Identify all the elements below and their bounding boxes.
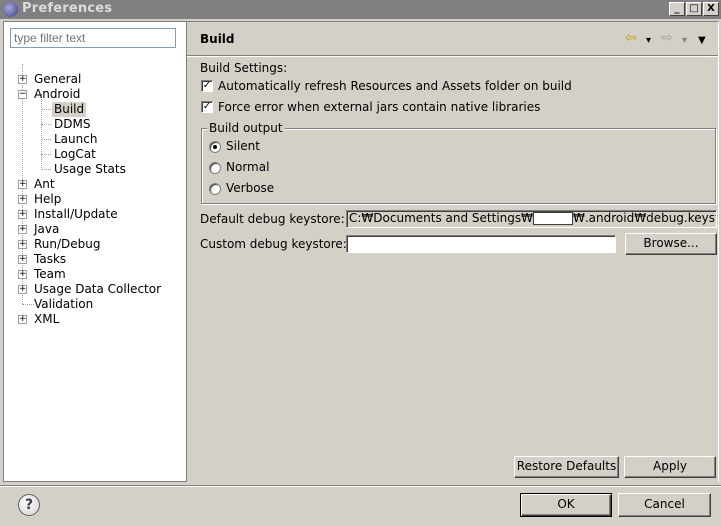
tree-item-ddms[interactable]: DDMS <box>4 117 186 132</box>
ok-button[interactable]: OK <box>520 493 612 517</box>
tree-item-label: General <box>34 72 82 86</box>
collapse-icon[interactable]: − <box>18 90 27 99</box>
preference-tree-pane: + General − Android Build DDMS Launch Lo… <box>3 21 187 482</box>
cancel-button[interactable]: Cancel <box>618 493 711 517</box>
default-keystore-field[interactable]: C:₩Documents and Settings₩ ₩.android₩debu… <box>346 210 717 228</box>
normal-radio[interactable] <box>209 162 221 174</box>
tree-item-tasks[interactable]: + Tasks <box>4 252 186 267</box>
help-icon[interactable]: ? <box>18 494 40 516</box>
tree-item-label: Tasks <box>34 252 67 266</box>
custom-keystore-field[interactable] <box>346 235 616 253</box>
maximize-button[interactable]: □ <box>686 2 702 16</box>
filter-input[interactable] <box>10 28 176 48</box>
tree-item-label: Ant <box>34 177 55 191</box>
expand-icon[interactable]: + <box>18 270 27 279</box>
window-title: Preferences <box>22 1 113 16</box>
keystore-path-prefix: C:₩Documents and Settings₩ <box>349 211 533 225</box>
tree-item-ant[interactable]: + Ant <box>4 177 186 192</box>
eclipse-app-icon <box>3 2 18 17</box>
verbose-label[interactable]: Verbose <box>226 181 274 195</box>
preferences-dialog: + General − Android Build DDMS Launch Lo… <box>0 19 721 526</box>
minimize-button[interactable]: _ <box>669 2 685 16</box>
auto-refresh-checkbox[interactable]: ✓ <box>201 80 213 92</box>
apply-button[interactable]: Apply <box>624 456 716 478</box>
build-output-group <box>201 128 716 204</box>
tree-item-label: Usage Stats <box>54 162 126 176</box>
page-title: Build <box>200 32 235 46</box>
tree-item-android[interactable]: − Android <box>4 87 186 102</box>
footer-separator <box>0 485 721 487</box>
tree-item-label: Install/Update <box>34 207 118 221</box>
silent-radio[interactable] <box>209 141 221 153</box>
forward-arrow-icon[interactable]: ⇨ <box>661 31 673 45</box>
preference-page: Build ⇦ ▾ ⇨ ▾ ▼ Build Settings: ✓ Automa… <box>187 21 719 482</box>
tree-item-validation[interactable]: Validation <box>4 297 186 312</box>
force-error-checkbox[interactable]: ✓ <box>201 101 213 113</box>
default-keystore-label: Default debug keystore: <box>200 212 345 226</box>
custom-keystore-label: Custom debug keystore: <box>200 237 347 251</box>
back-history-dropdown-icon[interactable]: ▾ <box>646 34 651 48</box>
tree-item-label: DDMS <box>54 117 91 131</box>
expand-icon[interactable]: + <box>18 315 27 324</box>
redacted-username <box>533 212 573 225</box>
build-settings-label: Build Settings: <box>200 61 288 75</box>
tree-item-usage-data-collector[interactable]: + Usage Data Collector <box>4 282 186 297</box>
tree-item-label: Team <box>34 267 66 281</box>
tree-item-run-debug[interactable]: + Run/Debug <box>4 237 186 252</box>
expand-icon[interactable]: + <box>18 225 27 234</box>
expand-icon[interactable]: + <box>18 285 27 294</box>
tree-item-logcat[interactable]: LogCat <box>4 147 186 162</box>
browse-button[interactable]: Browse... <box>625 233 717 255</box>
expand-icon[interactable]: + <box>18 180 27 189</box>
tree-item-general[interactable]: + General <box>4 72 186 87</box>
forward-history-dropdown-icon[interactable]: ▾ <box>682 34 687 48</box>
page-header: Build ⇦ ▾ ⇨ ▾ ▼ <box>187 22 718 56</box>
tree-item-label: LogCat <box>54 147 96 161</box>
expand-icon[interactable]: + <box>18 255 27 264</box>
tree-item-build[interactable]: Build <box>4 102 186 117</box>
normal-label[interactable]: Normal <box>226 160 269 174</box>
tree-item-label: Launch <box>54 132 98 146</box>
tree-item-usage-stats[interactable]: Usage Stats <box>4 162 186 177</box>
tree-item-label: Usage Data Collector <box>34 282 162 296</box>
view-menu-icon[interactable]: ▼ <box>698 34 706 48</box>
restore-defaults-button[interactable]: Restore Defaults <box>514 456 619 478</box>
tree-item-help[interactable]: + Help <box>4 192 186 207</box>
force-error-label[interactable]: Force error when external jars contain n… <box>218 100 540 114</box>
tree-item-label: XML <box>34 312 60 326</box>
expand-icon[interactable]: + <box>18 240 27 249</box>
tree-item-launch[interactable]: Launch <box>4 132 186 147</box>
tree-item-label: Java <box>34 222 60 236</box>
header-separator <box>187 55 718 57</box>
tree-item-java[interactable]: + Java <box>4 222 186 237</box>
tree-item-label: Help <box>34 192 62 206</box>
tree-item-xml[interactable]: + XML <box>4 312 186 327</box>
expand-icon[interactable]: + <box>18 75 27 84</box>
tree-item-label: Build <box>52 102 87 117</box>
close-button[interactable]: X <box>703 2 719 16</box>
tree-item-label: Run/Debug <box>34 237 101 251</box>
auto-refresh-label[interactable]: Automatically refresh Resources and Asse… <box>218 79 572 93</box>
tree-item-label: Android <box>34 87 81 101</box>
tree-item-install-update[interactable]: + Install/Update <box>4 207 186 222</box>
build-output-title: Build output <box>207 121 285 135</box>
title-bar[interactable]: Preferences _ □ X <box>0 0 721 19</box>
keystore-path-suffix: ₩.android₩debug.keystore <box>573 211 716 225</box>
back-arrow-icon[interactable]: ⇦ <box>625 31 637 45</box>
verbose-radio[interactable] <box>209 183 221 195</box>
tree-item-label: Validation <box>34 297 94 311</box>
silent-label[interactable]: Silent <box>226 139 260 153</box>
expand-icon[interactable]: + <box>18 195 27 204</box>
expand-icon[interactable]: + <box>18 210 27 219</box>
tree-item-team[interactable]: + Team <box>4 267 186 282</box>
